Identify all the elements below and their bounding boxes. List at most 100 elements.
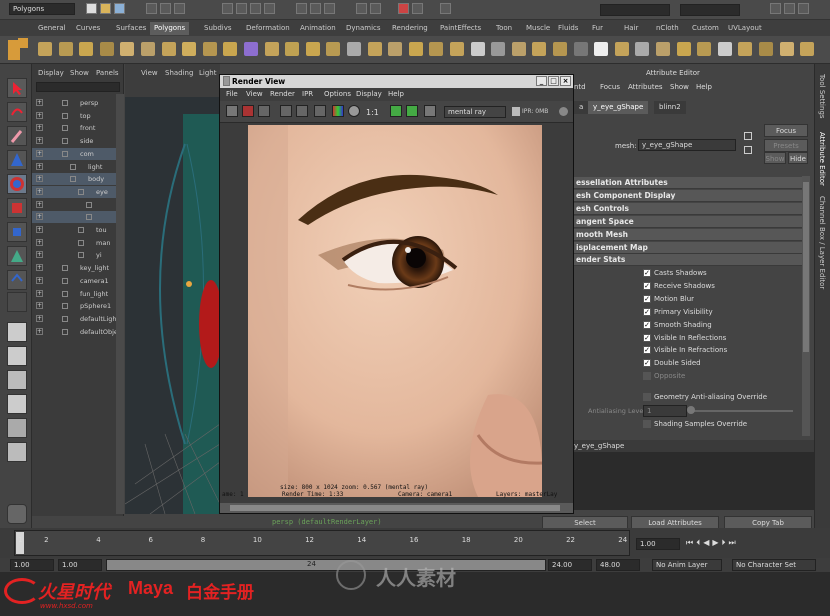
outliner-item[interactable]: + key_light — [32, 262, 124, 274]
image-format-icon[interactable] — [424, 105, 436, 117]
keep-image-icon[interactable] — [390, 105, 402, 117]
expand-icon[interactable]: + — [36, 302, 43, 310]
render-icon[interactable] — [398, 3, 409, 14]
shelf-tool-icon[interactable] — [79, 42, 94, 56]
shelf-tool-icon[interactable] — [717, 42, 732, 56]
mesh-name-field[interactable]: y_eye_gShape — [638, 139, 736, 151]
section-header[interactable]: angent Space — [574, 215, 802, 228]
rv-menu-display[interactable]: Display — [356, 90, 382, 98]
shelf-tab-polygons[interactable]: Polygons — [150, 22, 190, 35]
remove-image-icon[interactable] — [406, 105, 418, 117]
render-region-icon[interactable] — [296, 105, 308, 117]
section-header[interactable]: essellation Attributes — [574, 177, 802, 189]
ratio-label[interactable]: 1:1 — [366, 108, 379, 117]
time-slider[interactable]: 1.00 ⏮⏴◀▶⏵⏭ 1 2 4 6 8 10 12 14 16 18 20 22 24 — [0, 528, 830, 558]
viewport-menu-lighting[interactable]: Light — [199, 69, 216, 77]
shelf-tool-icon[interactable] — [347, 42, 361, 56]
render-frame-icon[interactable] — [356, 3, 367, 14]
shelf-tab-hair[interactable]: Hair — [620, 22, 642, 35]
viewport-menu-view[interactable]: View — [141, 69, 158, 77]
checkbox[interactable]: ✓ — [643, 359, 651, 368]
render-view-scrollbar[interactable] — [220, 503, 573, 513]
last-tool-icon[interactable] — [7, 292, 27, 312]
expand-icon[interactable]: + — [36, 264, 43, 272]
help-line-icon[interactable] — [7, 504, 27, 524]
outliner-item[interactable]: + eye — [32, 185, 124, 198]
end-time-field[interactable]: 48.00 — [596, 559, 640, 571]
aa-level-field[interactable]: 1 — [643, 405, 687, 417]
shelf-tool-icon[interactable] — [141, 42, 155, 56]
shelf-tab-general[interactable]: General — [34, 22, 70, 35]
move-tool-icon[interactable] — [7, 150, 27, 170]
shelf-tool-icon[interactable] — [408, 42, 423, 56]
shelf-tool-icon[interactable] — [202, 42, 217, 56]
shelf-tool-icon[interactable] — [779, 42, 794, 56]
alpha-channel-icon[interactable] — [348, 105, 360, 117]
construction-icon[interactable] — [310, 3, 321, 14]
section-header[interactable]: isplacement Map — [574, 241, 802, 254]
shelf-tool-icon[interactable] — [161, 42, 176, 56]
render-settings-icon[interactable] — [412, 3, 423, 14]
new-scene-icon[interactable] — [86, 3, 97, 14]
shelf-tool-icon[interactable] — [429, 42, 444, 56]
time-track[interactable] — [14, 530, 630, 556]
aa-level-slider-handle[interactable] — [687, 406, 695, 414]
checkbox[interactable]: ✓ — [643, 294, 651, 303]
open-scene-icon[interactable] — [100, 3, 111, 14]
shelf-tool-icon[interactable] — [326, 42, 341, 56]
playback-start-field[interactable]: 1.00 — [58, 559, 102, 571]
snap-grid-icon[interactable] — [222, 3, 233, 14]
outliner-item[interactable]: + man — [32, 237, 124, 249]
ipr-render-icon[interactable] — [242, 105, 254, 117]
ae-menu-list[interactable]: ntd — [574, 83, 586, 91]
shading-samples-checkbox[interactable] — [643, 420, 651, 428]
persp-outliner-layout-icon[interactable] — [7, 394, 27, 414]
presets-button[interactable]: Presets — [764, 139, 808, 152]
outliner-item[interactable]: + tou — [32, 224, 124, 236]
expand-icon[interactable]: + — [36, 213, 43, 221]
shelf-collapse-icon[interactable] — [18, 38, 28, 48]
rgb-channel-icon[interactable] — [332, 105, 344, 117]
shelf-tab-custom[interactable]: Custom — [688, 22, 723, 35]
expand-icon[interactable]: + — [36, 327, 43, 335]
shelf-tool-icon[interactable] — [99, 42, 114, 56]
tool-settings-toggle-icon[interactable] — [770, 3, 781, 14]
playback-controls[interactable]: ⏮⏴◀▶⏵⏭ — [686, 538, 814, 550]
ae-menu-show[interactable]: Show — [670, 83, 689, 91]
shelf-tool-icon[interactable] — [264, 42, 279, 56]
outliner-item[interactable]: + defaultObjed — [32, 326, 124, 338]
outliner-item[interactable]: + body — [32, 173, 124, 186]
outliner-filter-field[interactable] — [36, 82, 120, 92]
expand-icon[interactable]: + — [36, 289, 43, 297]
maximize-button[interactable]: □ — [548, 76, 559, 86]
select-object-icon[interactable] — [160, 3, 171, 14]
lasso-tool-icon[interactable] — [7, 102, 27, 122]
shelf-tab-deformation[interactable]: Deformation — [242, 22, 294, 35]
select-component-icon[interactable] — [174, 3, 185, 14]
shelf-tool-icon[interactable] — [614, 42, 629, 56]
scrollbar-thumb[interactable] — [230, 505, 560, 511]
rotate-tool-icon[interactable] — [7, 174, 27, 194]
redo-render-icon[interactable] — [226, 105, 238, 117]
shelf-tab-toon[interactable]: Toon — [492, 22, 516, 35]
outliner-item[interactable]: + yi — [32, 249, 124, 261]
shelf-tab-ncloth[interactable]: nCloth — [652, 22, 683, 35]
expand-icon[interactable]: + — [36, 276, 43, 284]
ae-scrollbar-thumb[interactable] — [803, 182, 809, 352]
range-bar[interactable]: 24 — [106, 559, 546, 571]
checkbox[interactable]: ✓ — [643, 307, 651, 316]
checkbox[interactable]: ✓ — [643, 269, 651, 277]
snapshot-icon[interactable] — [258, 105, 270, 117]
shelf-tool-icon[interactable] — [800, 42, 815, 56]
expand-icon[interactable]: + — [36, 175, 43, 183]
shelf-tool-icon[interactable] — [388, 42, 403, 56]
section-header[interactable]: esh Component Display — [574, 189, 802, 202]
shelf-tab-dynamics[interactable]: Dynamics — [342, 22, 385, 35]
shelf-tool-icon[interactable] — [676, 42, 691, 56]
start-time-field[interactable]: 1.00 — [10, 559, 54, 571]
shelf-tool-icon[interactable] — [697, 42, 712, 56]
shelf-tool-icon[interactable] — [305, 42, 320, 56]
ae-menu-help[interactable]: Help — [696, 83, 712, 91]
input-ops-icon[interactable] — [324, 3, 335, 14]
shelf-tab-uvlayout[interactable]: UVLayout — [724, 22, 766, 35]
